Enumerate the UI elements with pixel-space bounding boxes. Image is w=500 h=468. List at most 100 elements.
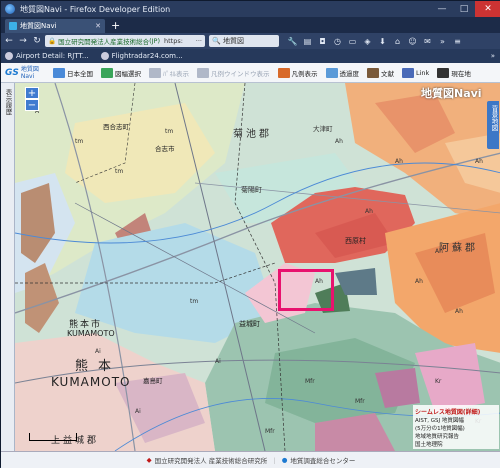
reader-icon[interactable]: ▭ xyxy=(345,37,360,46)
svg-text:Mfr: Mfr xyxy=(305,378,315,385)
legend-window-icon xyxy=(197,67,209,78)
seamless-line: AIST, GSJ 地質図幅 xyxy=(415,418,464,424)
zoom-in-button[interactable]: + xyxy=(25,87,39,99)
home-icon[interactable]: ⌂ xyxy=(390,37,405,46)
panel-icon xyxy=(149,67,161,78)
history-icon[interactable]: ◷ xyxy=(330,37,345,46)
toolbar-item[interactable]: ﾊﾟﾈﾙ表示 xyxy=(149,67,189,78)
grid-icon xyxy=(101,67,113,78)
toolbar-item-label: Link xyxy=(416,68,430,77)
map-label: 西原村 xyxy=(345,237,366,245)
svg-text:Kr: Kr xyxy=(435,378,442,385)
reload-icon[interactable]: ↻ xyxy=(31,36,43,46)
tab-close-icon[interactable]: ✕ xyxy=(95,22,101,30)
svg-text:tm: tm xyxy=(75,138,83,145)
toolbar-item-label: 凡例表示 xyxy=(291,69,318,78)
bookmarks-overflow[interactable]: » xyxy=(491,52,495,60)
toolbar-item-label: 日本全国 xyxy=(67,69,93,78)
background-map-side-tab[interactable]: 背景地図 xyxy=(487,101,499,149)
svg-text:Ai: Ai xyxy=(95,348,101,355)
toolbar-item[interactable]: 日本全国 xyxy=(53,67,93,78)
screenshot-icon[interactable]: ◘ xyxy=(315,37,330,46)
bookmark-item[interactable]: Flightradar24.com... xyxy=(100,52,183,60)
browser-toolbar-icons: 🔧 ▤ ◘ ◷ ▭ ◈ ⬇ ⌂ ☺ ✉ » ≡ xyxy=(285,37,465,46)
svg-text:tm: tm xyxy=(190,298,198,305)
svg-text:Ah: Ah xyxy=(415,278,423,285)
seamless-title: シームレス地質図(詳細) xyxy=(415,409,481,416)
svg-text:Ai: Ai xyxy=(135,408,141,415)
map-label: 嘉島町 xyxy=(143,377,163,385)
separator: ｜ xyxy=(271,457,278,465)
legend-icon xyxy=(277,67,290,78)
search-value: 地質図 xyxy=(222,37,244,45)
map-label: KUMAMOTO xyxy=(51,375,131,389)
download-icon[interactable]: ⬇ xyxy=(375,37,390,46)
seamless-line: (5万分の1地質図幅) xyxy=(415,426,465,432)
zoom-control: + − xyxy=(25,87,39,111)
map-watermark: 地質図Navi xyxy=(421,87,482,100)
toolbar-item[interactable]: 凡例表示 xyxy=(277,67,318,78)
map-label: KUMAMOTO xyxy=(67,329,115,338)
close-window-button[interactable]: ✕ xyxy=(475,1,500,17)
toolbar-item[interactable]: Link xyxy=(402,67,430,78)
history-side-tab-label: 表示履歴 xyxy=(4,89,12,115)
site-country: (JP) xyxy=(149,37,161,45)
seamless-map-info: シームレス地質図(詳細) AIST, GSJ 地質図幅 (5万分の1地質図幅) … xyxy=(413,405,499,449)
toolbar-item-label: 凡例ウインドウ表示 xyxy=(211,69,270,78)
page-actions-icon[interactable]: ··· xyxy=(196,37,202,45)
forward-icon[interactable]: → xyxy=(17,36,29,46)
nav-bar: ← → ↻ 🔒 国立研究開発法人産業技術総合 (JP) https: ··· 🔍… xyxy=(1,33,500,49)
browser-window: 地質図Navi - Firefox Developer Edition — □ … xyxy=(0,0,500,468)
tools-icon[interactable]: 🔧 xyxy=(285,37,300,46)
lock-icon: 🔒 xyxy=(48,37,57,45)
app-toolbar: GS 地質図 Navi 日本全国 図幅選択 ﾊﾟﾈﾙ表示 凡例ウインドウ表示 凡例表示 透… xyxy=(1,63,500,83)
search-input[interactable]: 🔍 地質図 xyxy=(209,35,279,47)
toolbar-item-label: 図幅選択 xyxy=(115,69,141,78)
bookmark-label: Flightradar24.com... xyxy=(111,52,183,60)
emoji-icon[interactable]: ☺ xyxy=(405,37,420,46)
pocket-icon[interactable]: ◈ xyxy=(360,37,375,46)
map-label: 大津町 xyxy=(313,125,333,133)
toolbar-item[interactable]: 凡例ウインドウ表示 xyxy=(197,67,270,78)
svg-text:Ah: Ah xyxy=(455,308,463,315)
app-logo: GS 地質図 Navi xyxy=(5,64,53,82)
seamless-line: 国土地理院 xyxy=(415,442,443,448)
url-bar[interactable]: 🔒 国立研究開発法人産業技術総合 (JP) https: ··· xyxy=(45,35,205,47)
toolbar-item[interactable]: 透過度 xyxy=(325,67,360,78)
tab-label: 地質図Navi xyxy=(20,22,57,30)
toolbar-item[interactable]: 現在地 xyxy=(437,67,471,78)
toolbar-item[interactable]: 図幅選択 xyxy=(101,67,141,78)
toolbar-item-label: 現在地 xyxy=(451,69,471,78)
minimize-button[interactable]: — xyxy=(431,1,453,17)
bookmark-icon xyxy=(5,52,13,60)
title-bar: 地質図Navi - Firefox Developer Edition — □ … xyxy=(1,1,500,17)
book-icon xyxy=(367,67,379,78)
window-title: 地質図Navi - Firefox Developer Edition xyxy=(20,4,171,14)
favicon-icon xyxy=(9,22,17,30)
status-org: 国立研究開発法人 産業技術総合研究所 xyxy=(154,457,268,465)
map-label: 菊池郡 xyxy=(233,129,272,140)
toolbar-item-label: 透過度 xyxy=(339,69,360,78)
zoom-out-button[interactable]: − xyxy=(25,99,39,111)
clipboard-icon[interactable]: ▤ xyxy=(300,37,315,46)
addon-icon[interactable]: ✉ xyxy=(420,37,435,46)
back-icon[interactable]: ← xyxy=(3,36,15,46)
overflow-icon[interactable]: » xyxy=(435,37,450,46)
new-tab-button[interactable]: + xyxy=(111,19,120,33)
map-label: 菊陽町 xyxy=(241,186,262,194)
bookmarks-bar: Airport Detail: RJTT... Flightradar24.co… xyxy=(1,49,500,63)
bookmark-label: Airport Detail: RJTT... xyxy=(16,52,89,60)
tab-geology-navi[interactable]: 地質図Navi ✕ xyxy=(5,19,105,33)
maximize-button[interactable]: □ xyxy=(453,1,475,17)
bookmark-item[interactable]: Airport Detail: RJTT... xyxy=(5,52,89,60)
history-side-tab[interactable]: 表示履歴 xyxy=(1,83,15,451)
japan-icon xyxy=(53,67,65,78)
menu-icon[interactable]: ≡ xyxy=(450,37,465,46)
toolbar-item[interactable]: 文献 xyxy=(367,67,394,78)
svg-text:Mfr: Mfr xyxy=(355,398,365,405)
map-label: 合志市 xyxy=(155,145,175,153)
geology-map[interactable]: A tm tm Ah Ah Ah Ah Ah Mfr Mfr Mfr Kr Kr… xyxy=(15,83,500,451)
svg-text:Mfr: Mfr xyxy=(265,428,275,435)
firefox-icon xyxy=(5,4,15,14)
selection-box xyxy=(278,269,334,311)
